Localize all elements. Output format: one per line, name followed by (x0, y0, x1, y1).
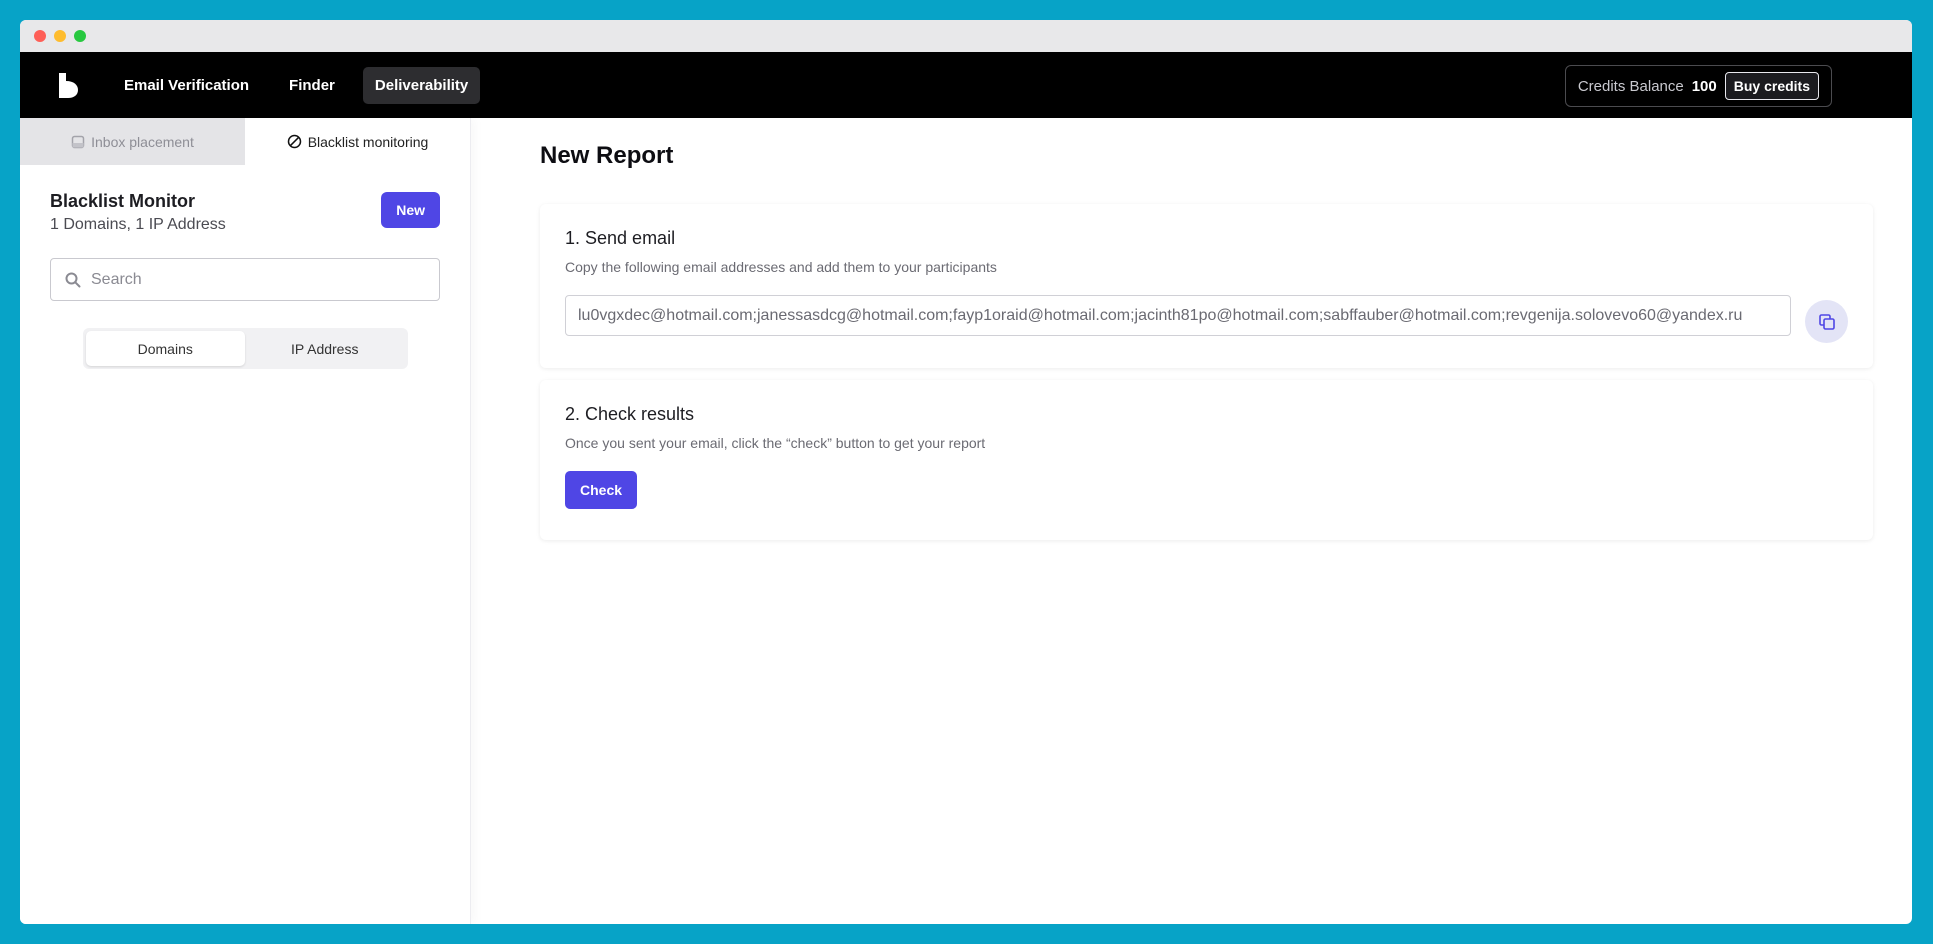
sidebar: Inbox placement Blacklist monitoring Bla… (20, 118, 471, 924)
send-email-title: 1. Send email (565, 228, 676, 248)
search-placeholder: Search (91, 270, 142, 288)
check-results-card: 2. Check results Once you sent your emai… (540, 380, 1873, 540)
new-monitor-button[interactable]: New (381, 192, 440, 228)
close-window-button[interactable] (34, 30, 46, 42)
brand-logo-icon[interactable] (56, 71, 80, 99)
tab-inbox-placement[interactable]: Inbox placement (20, 118, 245, 165)
minimize-window-button[interactable] (54, 30, 66, 42)
main-content: New Report 1. Send email Copy the follow… (540, 118, 1873, 540)
buy-credits-button[interactable]: Buy credits (1724, 72, 1819, 100)
window-titlebar (20, 20, 1912, 52)
tab-blacklist-monitoring-label: Blacklist monitoring (307, 133, 429, 150)
top-navigation: Email Verification Finder Deliverability… (20, 52, 1912, 118)
check-results-title: 2. Check results (565, 404, 695, 424)
segment-ip-address[interactable]: IP Address (245, 331, 405, 366)
nav-finder[interactable]: Finder (277, 67, 347, 104)
credits-value: 100 (1691, 77, 1717, 95)
nav-deliverability[interactable]: Deliverability (362, 66, 481, 104)
tab-blacklist-monitoring[interactable]: Blacklist monitoring (245, 118, 470, 165)
search-input[interactable]: Search (50, 258, 440, 301)
maximize-window-button[interactable] (74, 30, 86, 42)
credits-balance: Credits Balance 100 Buy credits (1564, 65, 1832, 107)
email-addresses-field[interactable]: lu0vgxdec@hotmail.com;janessasdcg@hotmai… (565, 295, 1791, 336)
check-button[interactable]: Check (565, 471, 638, 509)
nav-email-verification[interactable]: Email Verification (112, 67, 261, 104)
copy-button[interactable] (1805, 300, 1848, 343)
page-title: New Report (540, 142, 674, 169)
send-email-subtitle: Copy the following email addresses and a… (565, 259, 997, 275)
inbox-icon (71, 135, 85, 148)
segment-control: Domains IP Address (82, 328, 408, 369)
search-icon (65, 272, 81, 287)
credits-label: Credits Balance (1577, 77, 1684, 95)
tab-inbox-placement-label: Inbox placement (91, 133, 194, 150)
sidebar-tabs: Inbox placement Blacklist monitoring (20, 118, 470, 165)
segment-domains[interactable]: Domains (85, 331, 245, 366)
sidebar-header: Blacklist Monitor 1 Domains, 1 IP Addres… (20, 165, 470, 234)
copy-icon (1818, 313, 1835, 330)
send-email-card: 1. Send email Copy the following email a… (540, 204, 1873, 368)
ban-icon (287, 134, 301, 149)
app-window: Email Verification Finder Deliverability… (20, 20, 1912, 924)
check-results-subtitle: Once you sent your email, click the “che… (565, 435, 986, 451)
